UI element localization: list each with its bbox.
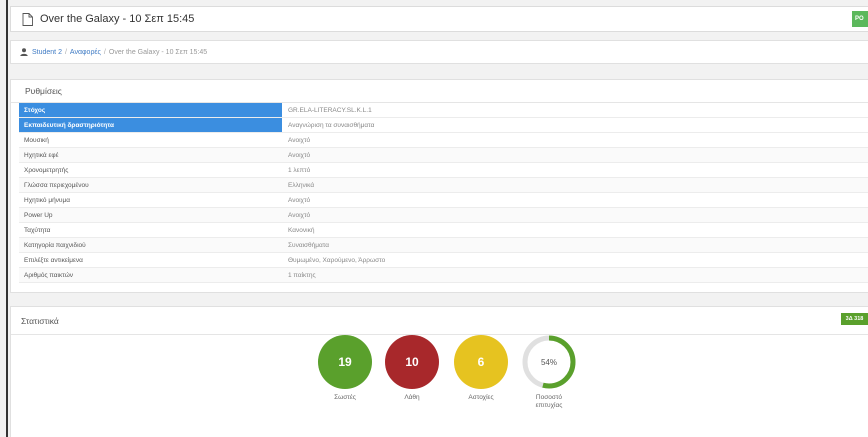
setting-label: Ηχητικό μήνυμα xyxy=(24,196,70,204)
table-row: Power Up Ανοιχτό xyxy=(19,208,868,223)
setting-value: 1 παίκτης xyxy=(288,271,316,279)
document-icon xyxy=(22,12,33,26)
statistics-badge[interactable]: 3Δ 318 xyxy=(841,313,868,325)
settings-table: Στόχος GR.ELA-LITERACY.SL.K.L.1 Εκπαιδευτ… xyxy=(19,103,868,283)
table-row: Ηχητικό μήνυμα Ανοιχτό xyxy=(19,193,868,208)
setting-label: Ταχύτητα xyxy=(24,226,51,234)
setting-value: Ανοιχτό xyxy=(288,196,311,204)
success-rate-value: 54% xyxy=(540,357,557,367)
table-row: Αριθμός παικτών 1 παίκτης xyxy=(19,268,868,283)
breadcrumb: Student 2 / Αναφορές / Over the Galaxy -… xyxy=(10,40,868,64)
breadcrumb-current: Over the Galaxy - 10 Σεπ 15:45 xyxy=(108,48,208,56)
success-rate-ring: 54% xyxy=(522,335,576,389)
table-row: Επιλέξτε αντικείμενα Θυμωμένο, Χαρούμενο,… xyxy=(19,253,868,268)
setting-value: Ανοιχτό xyxy=(288,151,311,159)
window-left-border xyxy=(6,0,8,437)
setting-value: Κανονική xyxy=(288,226,315,234)
setting-label: Γλώσσα περιεχομένου xyxy=(24,181,89,189)
top-action-button[interactable]: PO xyxy=(852,11,868,27)
statistics-heading: Στατιστικά xyxy=(11,307,868,335)
setting-value: Αναγνώριση τα συναισθήματα xyxy=(288,121,375,129)
page-title: Over the Galaxy - 10 Σεπ 15:45 xyxy=(40,13,195,25)
setting-value: Συναισθήματα xyxy=(288,241,330,249)
stat-wrong-circle: 10 xyxy=(385,335,439,389)
success-rate-label-line2: επιτυχίας xyxy=(535,402,563,409)
breadcrumb-reports[interactable]: Αναφορές xyxy=(70,49,101,56)
table-row: Μουσική Ανοιχτό xyxy=(19,133,868,148)
setting-label: Κατηγορία παιχνιδιού xyxy=(24,241,86,249)
stat-correct-circle: 19 xyxy=(318,335,372,389)
setting-label: Επιλέξτε αντικείμενα xyxy=(24,256,83,264)
table-row: Στόχος GR.ELA-LITERACY.SL.K.L.1 xyxy=(19,103,868,118)
stat-missed: 6 Αστοχίες xyxy=(451,335,511,402)
table-row: Ηχητικά εφέ Ανοιχτό xyxy=(19,148,868,163)
setting-label: Μουσική xyxy=(24,136,49,144)
stat-missed-label: Αστοχίες xyxy=(468,394,494,401)
table-row: Ταχύτητα Κανονική xyxy=(19,223,868,238)
table-row: Γλώσσα περιεχομένου Ελληνικά xyxy=(19,178,868,193)
title-bar: Over the Galaxy - 10 Σεπ 15:45 PO xyxy=(10,6,868,32)
setting-label: Ηχητικά εφέ xyxy=(24,151,59,159)
settings-heading: Ρυθμίσεις xyxy=(11,80,868,103)
setting-label: Εκπαιδευτική δραστηριότητα xyxy=(19,118,282,132)
setting-value: Ελληνικά xyxy=(288,181,315,189)
user-icon xyxy=(20,48,28,56)
table-row: Εκπαιδευτική δραστηριότητα Αναγνώριση τα … xyxy=(19,118,868,133)
setting-value: Ανοιχτό xyxy=(288,211,311,219)
success-rate-label: Ποσοστό επιτυχίας xyxy=(519,394,579,410)
breadcrumb-student[interactable]: Student 2 xyxy=(32,49,62,56)
table-row: Κατηγορία παιχνιδιού Συναισθήματα xyxy=(19,238,868,253)
setting-value: 1 λεπτό xyxy=(288,166,311,174)
setting-label: Χρονομετρητής xyxy=(24,166,69,174)
setting-value: Θυμωμένο, Χαρούμενο, Άρρωστο xyxy=(288,256,386,264)
stat-wrong: 10 Λάθη xyxy=(382,335,442,402)
stat-missed-circle: 6 xyxy=(454,335,508,389)
setting-label: Power Up xyxy=(24,211,53,219)
table-row: Χρονομετρητής 1 λεπτό xyxy=(19,163,868,178)
success-rate-label-line1: Ποσοστό xyxy=(535,394,563,401)
breadcrumb-separator: / xyxy=(64,48,67,56)
breadcrumb-separator: / xyxy=(103,48,106,56)
stat-correct: 19 Σωστές xyxy=(315,335,375,402)
stat-success-rate: 54% Ποσοστό επιτυχίας xyxy=(519,335,579,410)
setting-label: Στόχος xyxy=(19,103,282,117)
setting-label: Αριθμός παικτών xyxy=(24,271,74,279)
setting-value: Ανοιχτό xyxy=(288,136,311,144)
setting-value: GR.ELA-LITERACY.SL.K.L.1 xyxy=(288,106,372,114)
stat-wrong-label: Λάθη xyxy=(404,394,420,401)
stat-correct-label: Σωστές xyxy=(334,394,356,401)
settings-panel: Ρυθμίσεις Στόχος GR.ELA-LITERACY.SL.K.L.1… xyxy=(10,79,868,293)
